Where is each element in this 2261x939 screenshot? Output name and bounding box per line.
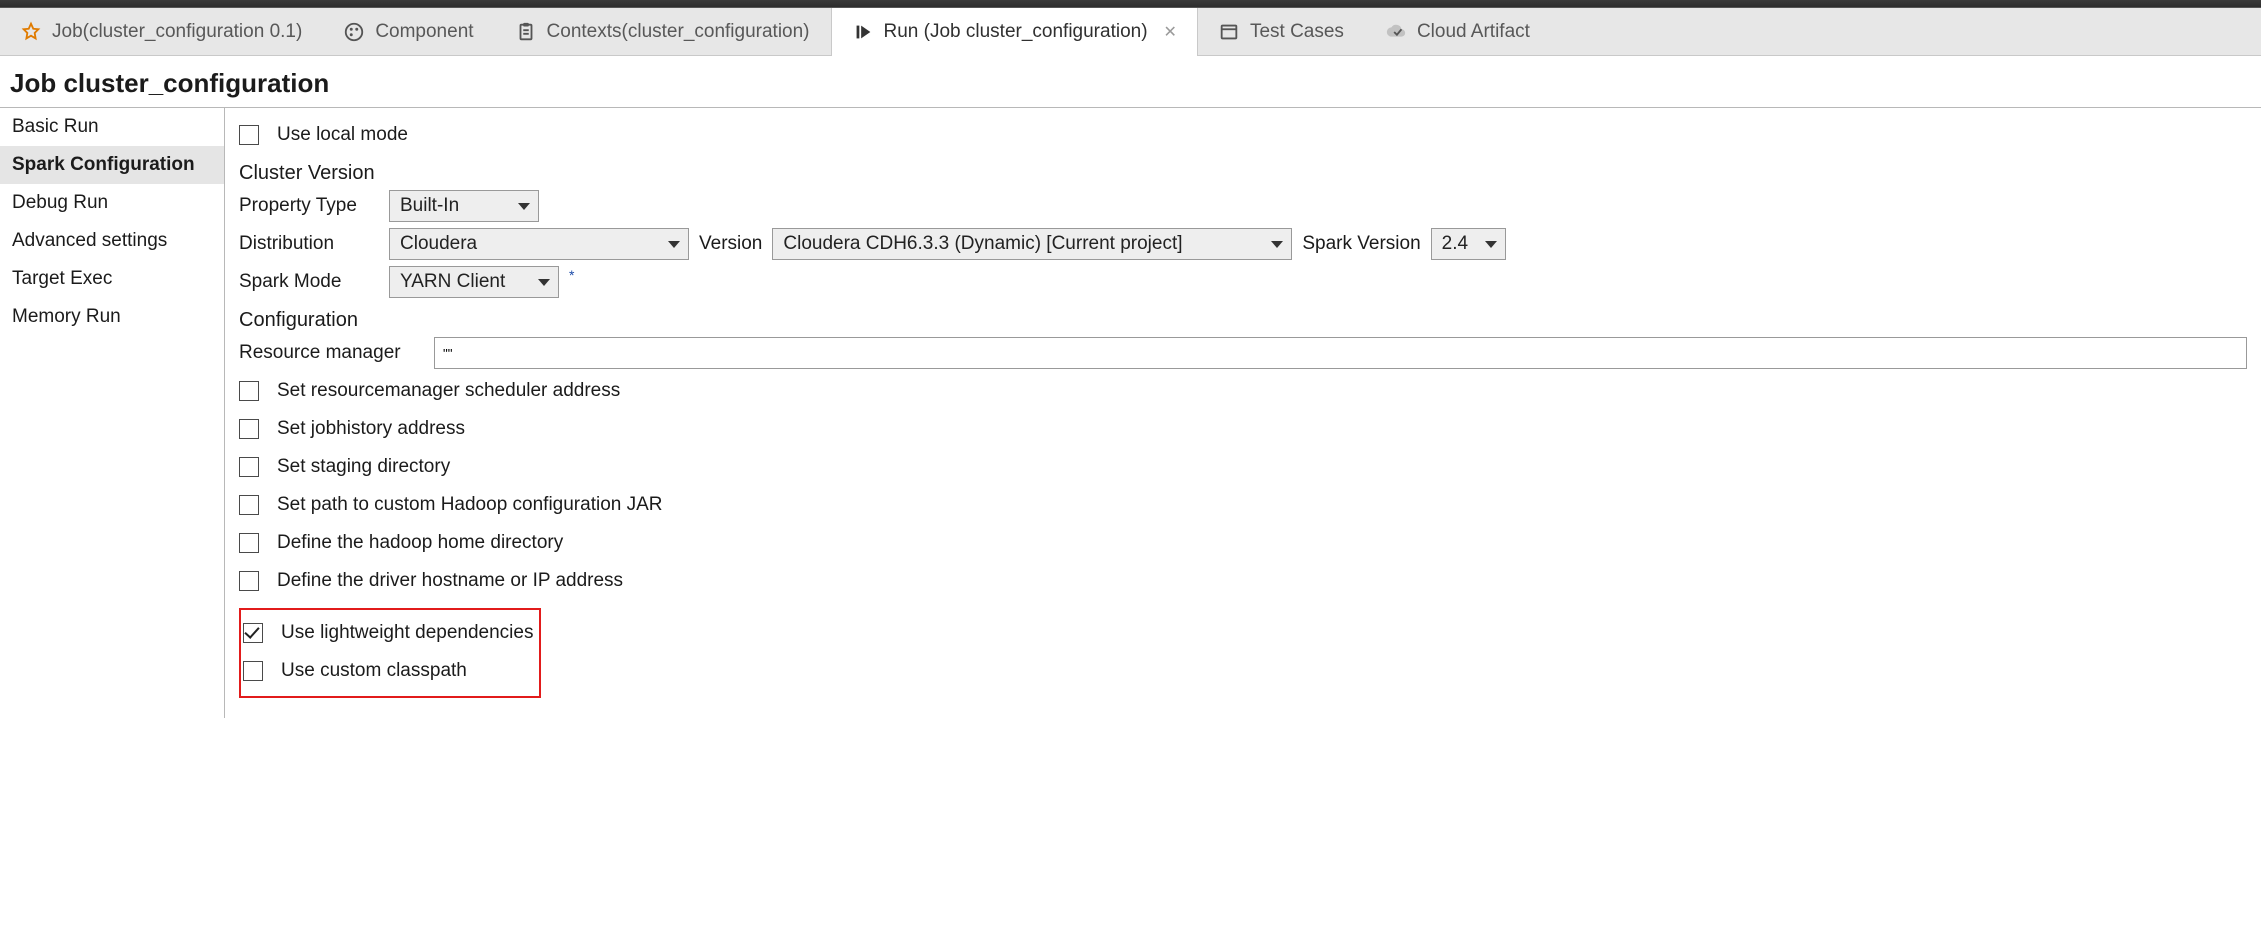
sidebar-item-label: Memory Run: [12, 306, 121, 327]
select-value: YARN Client: [400, 271, 505, 293]
clipboard-icon: [515, 21, 537, 43]
checkbox-label: Define the driver hostname or IP address: [277, 570, 623, 592]
version-select[interactable]: Cloudera CDH6.3.3 (Dynamic) [Current pro…: [772, 228, 1292, 260]
sidebar-item-spark-config[interactable]: Spark Configuration: [0, 146, 224, 184]
property-type-select[interactable]: Built-In: [389, 190, 539, 222]
tab-run[interactable]: Run (Job cluster_configuration) ✕: [831, 8, 1198, 56]
spark-version-label: Spark Version: [1302, 233, 1420, 255]
sidebar-item-label: Debug Run: [12, 192, 108, 213]
chevron-down-icon: [1485, 241, 1497, 248]
page-title: Job cluster_configuration: [0, 56, 2261, 107]
chevron-down-icon: [538, 279, 550, 286]
sidebar-item-memory-run[interactable]: Memory Run: [0, 298, 224, 336]
checkbox-label: Set staging directory: [277, 456, 450, 478]
chevron-down-icon: [518, 203, 530, 210]
select-value: Built-In: [400, 195, 459, 217]
select-value: Cloudera: [400, 233, 477, 255]
resource-manager-input[interactable]: [434, 337, 2247, 369]
chevron-down-icon: [668, 241, 680, 248]
star-icon: [20, 21, 42, 43]
run-panel: Basic Run Spark Configuration Debug Run …: [0, 107, 2261, 718]
property-type-label: Property Type: [239, 195, 379, 217]
use-local-mode-checkbox[interactable]: [239, 125, 259, 145]
select-value: Cloudera CDH6.3.3 (Dynamic) [Current pro…: [783, 233, 1182, 255]
section-cluster-version: Cluster Version: [239, 156, 2247, 185]
resource-manager-label: Resource manager: [239, 342, 424, 364]
highlighted-options: Use lightweight dependencies Use custom …: [239, 608, 541, 698]
use-local-mode-label: Use local mode: [277, 124, 408, 146]
use-custom-classpath-checkbox[interactable]: [243, 661, 263, 681]
tab-label: Cloud Artifact: [1417, 21, 1530, 43]
define-hadoop-home-checkbox[interactable]: [239, 533, 259, 553]
sidebar-item-label: Spark Configuration: [12, 154, 195, 175]
sidebar-item-label: Target Exec: [12, 268, 112, 289]
window-top-border: [0, 0, 2261, 8]
sidebar-item-target-exec[interactable]: Target Exec: [0, 260, 224, 298]
sidebar-item-label: Advanced settings: [12, 230, 167, 251]
set-scheduler-address-checkbox[interactable]: [239, 381, 259, 401]
distribution-label: Distribution: [239, 233, 379, 255]
sidebar-item-debug-run[interactable]: Debug Run: [0, 184, 224, 222]
chevron-down-icon: [1271, 241, 1283, 248]
set-jobhistory-checkbox[interactable]: [239, 419, 259, 439]
version-label: Version: [699, 233, 762, 255]
sidebar-item-basic-run[interactable]: Basic Run: [0, 108, 224, 146]
checkbox-label: Define the hadoop home directory: [277, 532, 563, 554]
tab-label: Test Cases: [1250, 21, 1344, 43]
tab-job[interactable]: Job(cluster_configuration 0.1): [0, 8, 323, 55]
tab-testcases[interactable]: Test Cases: [1198, 8, 1365, 55]
tab-label: Job(cluster_configuration 0.1): [52, 21, 302, 43]
run-sidebar: Basic Run Spark Configuration Debug Run …: [0, 108, 225, 718]
required-asterisk: *: [569, 267, 574, 283]
set-hadoop-jar-checkbox[interactable]: [239, 495, 259, 515]
checkbox-label: Use custom classpath: [281, 660, 467, 682]
tab-label: Component: [375, 21, 473, 43]
distribution-select[interactable]: Cloudera: [389, 228, 689, 260]
section-configuration: Configuration: [239, 303, 2247, 332]
editor-tabstrip: Job(cluster_configuration 0.1) Component…: [0, 8, 2261, 56]
use-lightweight-deps-checkbox[interactable]: [243, 623, 263, 643]
checkbox-label: Set jobhistory address: [277, 418, 465, 440]
spark-version-select[interactable]: 2.4: [1431, 228, 1506, 260]
checkbox-label: Set path to custom Hadoop configuration …: [277, 494, 663, 516]
spark-mode-select[interactable]: YARN Client: [389, 266, 559, 298]
tab-label: Contexts(cluster_configuration): [547, 21, 810, 43]
tab-contexts[interactable]: Contexts(cluster_configuration): [495, 8, 831, 55]
checkbox-label: Use lightweight dependencies: [281, 622, 533, 644]
spark-config-content: Use local mode Cluster Version Property …: [225, 108, 2261, 718]
cloud-publish-icon: [1385, 21, 1407, 43]
play-icon: [852, 21, 874, 43]
close-icon[interactable]: ✕: [1164, 22, 1177, 42]
select-value: 2.4: [1442, 233, 1468, 255]
sidebar-item-label: Basic Run: [12, 116, 99, 137]
checkbox-label: Set resourcemanager scheduler address: [277, 380, 620, 402]
spark-mode-label: Spark Mode: [239, 271, 379, 293]
set-staging-dir-checkbox[interactable]: [239, 457, 259, 477]
sidebar-item-advanced[interactable]: Advanced settings: [0, 222, 224, 260]
tab-component[interactable]: Component: [323, 8, 494, 55]
palette-icon: [343, 21, 365, 43]
define-driver-host-checkbox[interactable]: [239, 571, 259, 591]
tab-label: Run (Job cluster_configuration): [884, 21, 1148, 43]
tab-cloud-artifact[interactable]: Cloud Artifact: [1365, 8, 1551, 55]
window-icon: [1218, 21, 1240, 43]
